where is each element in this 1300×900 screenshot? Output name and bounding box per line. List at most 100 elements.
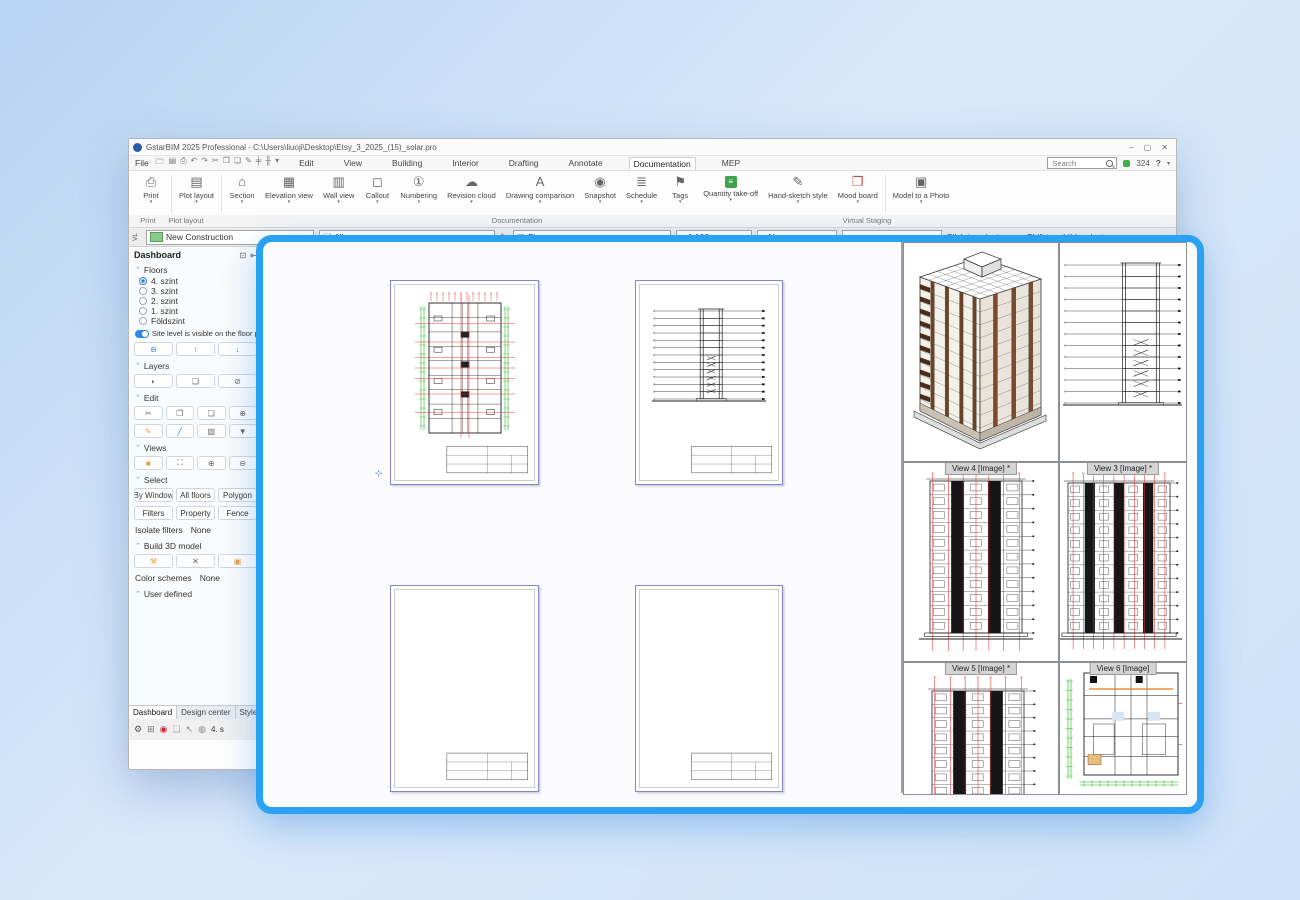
select-property-button[interactable]: Property: [176, 506, 215, 520]
layer-visibility-button[interactable]: ◐: [134, 374, 173, 388]
section-button[interactable]: ⌂Section▾: [224, 173, 260, 215]
view-panel-4[interactable]: View 4 [Image] *: [903, 462, 1059, 662]
cut-icon[interactable]: ✂: [212, 156, 219, 170]
model-to-a-photo-button[interactable]: ▣Model to a Photo▾: [888, 173, 955, 215]
sheet-elevation-1[interactable]: [390, 585, 539, 792]
print-button[interactable]: ⎙Print▾: [133, 173, 169, 215]
filter-button[interactable]: ▼: [229, 424, 258, 438]
menu-edit[interactable]: Edit: [295, 157, 318, 170]
tags-button[interactable]: ⚑Tags▾: [662, 173, 698, 215]
match-line-icon[interactable]: ╫: [265, 156, 271, 170]
floor-item-4[interactable]: 1. szint: [139, 306, 262, 316]
drawing-comparison-button[interactable]: ADrawing comparison▾: [501, 173, 579, 215]
zoom-in-button[interactable]: ⊕: [197, 456, 226, 470]
layer-off-button[interactable]: ⊘: [218, 374, 257, 388]
sheet-floor-plan[interactable]: [390, 280, 539, 485]
view-panel-3[interactable]: View 3 [Image] *: [1059, 462, 1187, 662]
viewport-highlight[interactable]: ⊹ View 4 [Image] * View: [256, 235, 1204, 814]
menu-documentation[interactable]: Documentation: [629, 157, 696, 170]
tab-design-center[interactable]: Design center: [177, 706, 235, 719]
settings-gear-icon[interactable]: ⚙: [134, 724, 142, 735]
pin-icon[interactable]: ⊡: [240, 251, 247, 260]
help-caret-icon[interactable]: ▾: [1167, 160, 1170, 167]
menu-drafting[interactable]: Drafting: [505, 157, 543, 170]
menu-interior[interactable]: Interior: [448, 157, 482, 170]
sheet-section[interactable]: [635, 280, 783, 485]
search-input[interactable]: [1050, 158, 1106, 169]
radio-icon[interactable]: [139, 297, 147, 305]
chevron-up-icon[interactable]: ⌃: [135, 394, 141, 402]
site-level-toggle[interactable]: [135, 330, 149, 338]
paste-icon[interactable]: ❏: [234, 156, 241, 170]
schedule-button[interactable]: ≣Schedule▾: [621, 173, 662, 215]
revision-cloud-button[interactable]: ☁Revision cloud▾: [442, 173, 501, 215]
fit-view-button[interactable]: ⛶: [166, 456, 195, 470]
chevron-up-icon[interactable]: ⌃: [135, 542, 141, 550]
wireframe-button[interactable]: ✕: [176, 554, 215, 568]
globe-icon[interactable]: ◍: [198, 724, 206, 735]
copy-icon[interactable]: ❐: [223, 156, 230, 170]
line-style-icon[interactable]: ╪: [256, 156, 262, 170]
radio-icon[interactable]: [139, 287, 147, 295]
chevron-up-icon[interactable]: ⌃: [135, 476, 141, 484]
move-down-button[interactable]: ↓: [218, 342, 257, 356]
view5-label[interactable]: View 5 [Image] *: [945, 662, 1017, 675]
select-fence-button[interactable]: Fence: [218, 506, 257, 520]
image-button[interactable]: ▧: [197, 424, 226, 438]
paste-button[interactable]: ❏: [197, 406, 226, 420]
cut-button[interactable]: ✂: [134, 406, 163, 420]
eyedropper-button[interactable]: ╱: [166, 424, 195, 438]
select-polygon-button[interactable]: Polygon: [218, 488, 257, 502]
view-box-button[interactable]: ■: [134, 456, 163, 470]
grid-snap-icon[interactable]: ⊞: [147, 724, 155, 735]
open-folder-icon[interactable]: 🗁: [155, 156, 165, 170]
chevron-up-icon[interactable]: ⌃: [135, 362, 141, 370]
floor-item-3[interactable]: 2. szint: [139, 296, 262, 306]
color-schemes-value[interactable]: None: [200, 573, 220, 583]
maximize-button[interactable]: ▢: [1144, 143, 1152, 152]
sheet-elevation-2[interactable]: [635, 585, 783, 792]
zoom-out-button[interactable]: ⊖: [229, 456, 258, 470]
layer-manager-button[interactable]: ❏: [176, 374, 215, 388]
sheet-icon[interactable]: ❏: [172, 724, 180, 735]
callout-button[interactable]: ◻Callout▾: [359, 173, 395, 215]
view6-label[interactable]: View 6 [Image]: [1090, 662, 1157, 675]
menu-mep[interactable]: MEP: [718, 157, 744, 170]
view-panel-section[interactable]: [1059, 242, 1187, 462]
mood-board-button[interactable]: ❐Mood board▾: [833, 173, 883, 215]
snapshot-button[interactable]: ◉Snapshot▾: [579, 173, 621, 215]
chevron-up-icon[interactable]: ⌃: [135, 444, 141, 452]
wall-view-button[interactable]: ▥Wall view▾: [318, 173, 359, 215]
print-icon[interactable]: ⎙: [180, 156, 186, 170]
render-button[interactable]: ▣: [218, 554, 257, 568]
floor-item-2[interactable]: 3. szint: [139, 286, 262, 296]
floor-item-1[interactable]: 4. szint: [139, 276, 262, 286]
select-by-window-button[interactable]: By Window: [134, 488, 173, 502]
tab-dashboard[interactable]: Dashboard: [129, 706, 177, 719]
remove-floor-button[interactable]: ⊖: [134, 342, 173, 356]
isolate-filters-value[interactable]: None: [191, 525, 211, 535]
select-filters-button[interactable]: Filters: [134, 506, 173, 520]
chevron-up-icon[interactable]: ⌃: [135, 590, 141, 598]
object-snap-icon[interactable]: ◉: [160, 724, 168, 735]
more-icon[interactable]: ▾: [275, 156, 279, 170]
redo-icon[interactable]: ↷: [201, 156, 208, 170]
search-box[interactable]: [1047, 157, 1117, 169]
toolbar-handle[interactable]: VL: [131, 233, 141, 241]
plot-layout-button[interactable]: ▤Plot layout▾: [174, 173, 219, 215]
menu-annotate[interactable]: Annotate: [565, 157, 607, 170]
move-up-button[interactable]: ↑: [176, 342, 215, 356]
view-panel-3d[interactable]: [903, 242, 1059, 462]
minimize-button[interactable]: –: [1129, 143, 1133, 152]
close-button[interactable]: ✕: [1161, 143, 1168, 152]
view4-label[interactable]: View 4 [Image] *: [945, 462, 1017, 475]
quantity-take-off-button[interactable]: ≡Quantity take-off▾: [698, 173, 763, 215]
menu-building[interactable]: Building: [388, 157, 426, 170]
view-panel-5[interactable]: View 5 [Image] *: [903, 662, 1059, 795]
cursor-icon[interactable]: ↖: [186, 724, 194, 735]
brush-button[interactable]: ✎: [134, 424, 163, 438]
save-icon[interactable]: ▤: [169, 156, 177, 170]
select-all-floors-button[interactable]: All floors: [176, 488, 215, 502]
format-brush-icon[interactable]: ✎: [245, 156, 252, 170]
view-panel-6[interactable]: View 6 [Image]: [1059, 662, 1187, 795]
